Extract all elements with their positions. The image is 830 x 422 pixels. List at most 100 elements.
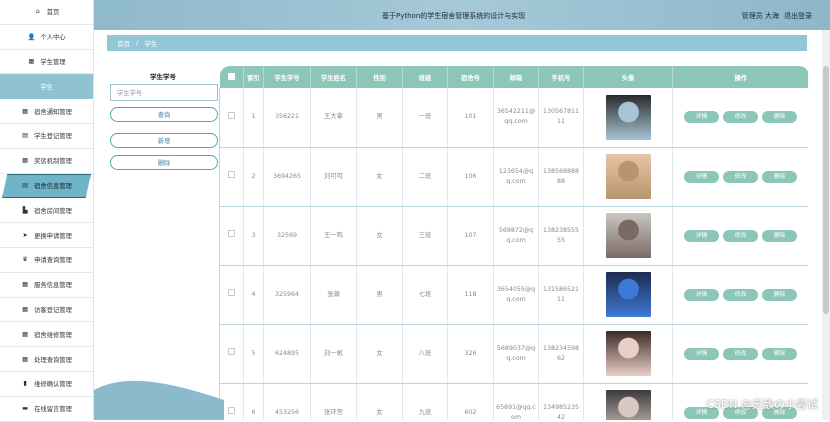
building-icon: ▙ [22,206,28,214]
detail-button[interactable]: 详情 [684,347,719,360]
sidebar-item-1[interactable]: 👤 个人中心 [0,25,93,50]
cell-index: 1 [243,88,264,148]
sidebar-item-label: 学生登记管理 [34,133,72,141]
cell-phone: 13823855555 [538,206,584,266]
sidebar-item-label: 服务信息管理 [34,282,72,290]
column-header: 邮箱 [493,66,539,88]
delete-button[interactable]: 删除 [762,288,797,301]
cell-index: 5 [243,324,264,384]
sidebar-item-label: 宿舍维修管理 [34,331,72,339]
decorative-wave [94,380,224,420]
row-checkbox[interactable] [228,230,235,237]
sidebar-item-16[interactable]: ▬ 在线留言管理 [0,397,93,422]
delete-button[interactable]: 删除 [762,229,797,242]
row-checkbox[interactable] [228,111,235,119]
cell-email: 5689037@qq.com [493,324,539,384]
bulk-delete-button[interactable]: 删除 [110,155,218,170]
cell-index: 4 [243,265,264,325]
detail-button[interactable]: 详情 [684,111,719,124]
row-select-cell [219,206,244,266]
sidebar-item-label: 更换申请管理 [34,232,72,240]
sidebar-item-2[interactable]: ▦ 学生管理 [0,50,93,75]
delete-button[interactable]: 删除 [762,170,797,183]
header-bar: 基于Python的学生宿舍管理系统的设计与实现 管理员 大海 退出登录 [94,0,830,30]
scrollbar-thumb[interactable] [823,66,829,314]
column-header: 操作 [672,66,808,88]
sidebar-item-14[interactable]: ▦ 处理查询管理 [0,347,93,372]
sidebar-item-5[interactable]: ▤ 学生登记管理 [0,124,93,149]
detail-button[interactable]: 详情 [684,229,719,242]
row-checkbox[interactable] [228,289,235,296]
column-header[interactable] [219,66,244,88]
row-checkbox[interactable] [228,407,235,414]
sidebar-item-label: 首页 [46,9,60,17]
current-user: 管理员 大海 [741,12,779,20]
column-header: 班级 [402,66,448,88]
cell-email: 123654@qq.com [493,147,539,207]
cell-gender: 男 [356,88,403,148]
grid-icon: ▦ [22,281,29,289]
add-button[interactable]: 新增 [110,133,218,148]
edit-button[interactable]: 修改 [723,229,758,242]
cell-student-id: 325964 [263,265,311,325]
sidebar-item-7[interactable]: ▤ 宿舍信息管理 [2,173,91,199]
cell-actions: 详情 修改 删除 [672,265,808,325]
avatar [605,331,651,376]
sidebar-item-11[interactable]: ▦ 服务信息管理 [0,273,93,298]
cell-room: 326 [447,324,494,384]
row-select-cell [219,265,244,325]
sidebar-item-12[interactable]: ▦ 访客登记管理 [0,298,93,323]
monitor-icon: ▬ [22,405,29,413]
sidebar-item-3[interactable]: 学生 [0,74,93,100]
edit-button[interactable]: 修改 [723,288,758,301]
student-table: 索引 学生学号 学生姓名 性别 班级 宿舍号 邮箱 手机号 头像 操作 1 356221 王大拿男一班… [219,66,808,420]
cell-gender: 女 [356,206,403,266]
row-select-cell [219,88,244,148]
sidebar-item-4[interactable]: ▦ 宿舍通知管理 [0,99,93,124]
sidebar-item-label: 宿舍房间管理 [34,207,72,215]
cell-room: 106 [447,147,494,207]
cell-avatar [583,383,673,420]
row-checkbox[interactable] [228,171,235,178]
detail-button[interactable]: 详情 [684,170,719,183]
cell-student-id: 453256 [263,383,311,420]
breadcrumb-home[interactable]: 首页 [117,38,130,48]
delete-button[interactable]: 删除 [762,111,797,124]
sidebar-item-0[interactable]: ⌂ 首页 [0,0,93,25]
page-scrollbar[interactable] [822,30,830,420]
column-header: 索引 [243,66,264,88]
table-row: 4 325964 张瀚男七班 118 3654055@qq.com 13158652111… [219,265,808,325]
sidebar-item-6[interactable]: ▦ 奖惩机制管理 [0,149,93,174]
sidebar-item-10[interactable]: ♛ 申请查询管理 [0,248,93,273]
row-checkbox[interactable] [228,348,235,355]
cell-index: 6 [243,383,264,420]
search-panel: 学生学号 学生学号 查询 新增 删除 [107,60,219,420]
cell-actions: 详情 修改 删除 [672,206,808,266]
cell-class: 二班 [402,147,448,207]
sidebar-item-15[interactable]: ▮ 维修确认管理 [0,372,93,397]
detail-button[interactable]: 详情 [684,288,719,301]
cell-name: 张环宫 [310,383,357,420]
cell-gender: 男 [356,265,403,325]
cell-avatar [583,147,673,207]
cell-avatar [583,88,673,148]
sidebar-item-label: 宿舍通知管理 [34,108,72,116]
cell-email: 65891@qq.com [493,383,539,420]
cell-phone: 13823459862 [538,324,584,384]
edit-button[interactable]: 修改 [723,111,758,124]
edit-button[interactable]: 修改 [723,170,758,183]
logout-link[interactable]: 退出登录 [784,11,812,21]
delete-button[interactable]: 删除 [762,347,797,360]
query-button[interactable]: 查询 [110,107,218,122]
column-header: 性别 [356,66,403,88]
cell-name: 张瀚 [310,265,357,325]
sidebar-item-13[interactable]: ▦ 宿舍维修管理 [0,322,93,348]
sidebar-item-9[interactable]: ➤ 更换申请管理 [0,223,93,248]
cell-index: 2 [243,147,264,207]
select-all-checkbox[interactable] [227,72,235,80]
sidebar-item-label: 学生管理 [40,58,66,66]
edit-button[interactable]: 修改 [723,347,758,360]
student-id-search-input[interactable]: 学生学号 [110,84,218,101]
breadcrumb-current: 学生 [144,40,158,48]
sidebar-item-8[interactable]: ▙ 宿舍房间管理 [0,198,93,224]
